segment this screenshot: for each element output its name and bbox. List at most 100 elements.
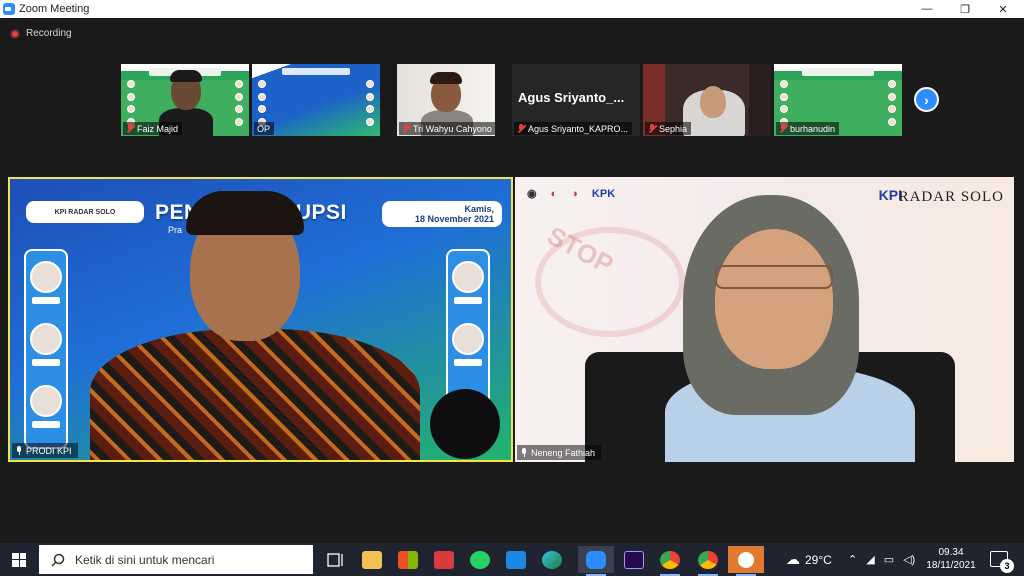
speaker-column-left	[24, 249, 68, 449]
speaker-photos	[366, 80, 374, 126]
participant-tile-tri-wahyu-cahyono[interactable]: Tri Wahyu Cahyono	[397, 64, 495, 136]
next-page-button[interactable]: ›	[914, 87, 939, 112]
chevron-right-icon: ›	[924, 91, 929, 108]
speaker-face	[715, 229, 833, 369]
speaker-caption	[32, 421, 60, 428]
participant-name-tag: Faiz Majid	[123, 122, 183, 135]
participant-name-tag: PRODI KPI	[12, 443, 78, 458]
radar-solo-logo: RADAR SOLO	[898, 189, 1004, 205]
folder-icon	[362, 550, 382, 569]
presenter-hair	[186, 191, 304, 235]
participant-name: Sephia	[659, 123, 688, 134]
mic-muted-icon	[402, 123, 410, 134]
mic-on-icon	[521, 448, 527, 457]
video-tile-neneng-fathiah[interactable]: ◉ ◐ ◑ KPK KPI RADAR SOLO STOP Neneng Fat…	[515, 177, 1014, 462]
recording-dot-icon	[10, 28, 20, 39]
whatsapp-icon	[470, 550, 490, 569]
slide-header	[802, 68, 874, 76]
speaker-caption	[32, 359, 60, 366]
restore-button[interactable]: ❐	[946, 0, 984, 18]
person-hair	[430, 72, 462, 84]
logo-icon: ◐	[550, 187, 558, 200]
mic-muted-icon	[517, 123, 525, 134]
gift-icon	[434, 550, 454, 569]
volume-icon[interactable]: ◁)	[903, 553, 915, 566]
participant-name-tag: Tri Wahyu Cahyono	[399, 122, 495, 135]
battery-icon[interactable]: ▭	[884, 553, 894, 566]
participant-name: PRODI KPI	[26, 445, 72, 456]
participant-name: Neneng Fathiah	[531, 447, 596, 458]
speaker-caption	[454, 359, 482, 366]
minimize-button[interactable]: —	[908, 0, 946, 18]
microphone	[430, 389, 500, 459]
participant-tile-faiz-majid[interactable]: Faiz Majid	[121, 64, 249, 136]
search-input[interactable]	[75, 552, 295, 567]
video-tile-prodi-kpi[interactable]: KPI RADAR SOLO PEN NTI KORUPSI Pra ktisi…	[8, 177, 513, 462]
recording-indicator[interactable]: Recording	[10, 28, 72, 39]
participant-name-tag: burhanudin	[776, 122, 840, 135]
store-icon	[398, 550, 418, 569]
speaker-photo	[30, 323, 62, 355]
logo-icon: ◑	[571, 187, 578, 200]
slide-header	[282, 68, 350, 75]
store-button[interactable]	[390, 546, 426, 573]
logo-icon: ◉	[527, 188, 537, 200]
participant-tile-agus-sriyanto[interactable]: Agus Sriyanto_... Agus Sriyanto_KAPRO...	[512, 64, 640, 136]
gift-app-button[interactable]	[426, 546, 462, 573]
participant-tile-burhanudin[interactable]: burhanudin	[774, 64, 902, 136]
slide-date-card: Kamis, 18 November 2021	[382, 201, 502, 227]
clock-time: 09.34	[938, 547, 964, 558]
zoom-meeting-window: Zoom Meeting — ❐ ✕ Recording Faiz Majid …	[0, 0, 1024, 576]
zoom-app-icon	[3, 3, 15, 15]
glasses	[715, 265, 833, 289]
system-tray: ⌃ ◢ ▭ ◁)	[848, 543, 915, 576]
kpk-logo: KPK	[591, 187, 616, 200]
speaker-photos	[235, 80, 243, 126]
chrome-button[interactable]	[652, 546, 688, 576]
chevron-up-icon[interactable]: ⌃	[848, 553, 857, 566]
windows-taskbar: ☁ 29°C ⌃ ◢ ▭ ◁) 09.34 18/11/2021 3	[0, 543, 1024, 576]
title-bar: Zoom Meeting — ❐ ✕	[0, 0, 1024, 18]
mic-muted-icon	[648, 123, 656, 134]
weather-temperature: 29°C	[805, 552, 832, 567]
network-icon[interactable]: ◢	[866, 553, 874, 566]
mail-button[interactable]	[498, 546, 534, 573]
participant-name: burhanudin	[790, 123, 836, 134]
zoom-taskbar-button[interactable]	[578, 546, 614, 576]
chrome-profile-button[interactable]	[690, 546, 726, 576]
premiere-icon	[624, 550, 644, 569]
taskbar-clock[interactable]: 09.34 18/11/2021	[920, 546, 982, 572]
participant-tile-sephia[interactable]: Sephia	[643, 64, 771, 136]
participant-tile-op[interactable]: OP	[252, 64, 380, 136]
mic-muted-icon	[779, 123, 787, 134]
whatsapp-button[interactable]	[462, 546, 498, 573]
slide-date-day: Kamis,	[464, 204, 494, 214]
app-button[interactable]	[728, 546, 764, 576]
task-view-icon	[327, 552, 343, 567]
start-button[interactable]	[0, 543, 38, 576]
windows-logo-icon	[12, 552, 26, 567]
speaker-photos	[888, 80, 896, 126]
speaker-caption	[454, 297, 482, 304]
taskbar-search[interactable]	[39, 545, 313, 574]
edge-button[interactable]	[534, 546, 570, 573]
slide-logo-card: KPI RADAR SOLO	[26, 201, 144, 223]
clock-date: 18/11/2021	[926, 560, 976, 571]
participant-name: Faiz Majid	[137, 123, 179, 134]
window-title: Zoom Meeting	[19, 3, 90, 15]
partner-logos: ◉ ◐ ◑ KPK	[527, 187, 616, 201]
premiere-button[interactable]	[616, 546, 652, 573]
close-button[interactable]: ✕	[984, 0, 1022, 18]
task-view-button[interactable]	[318, 546, 354, 573]
participant-name-tag: Sephia	[645, 122, 692, 135]
zoom-icon	[586, 550, 606, 569]
participant-name-tag: OP	[254, 122, 275, 135]
presenter-shirt	[90, 329, 420, 460]
participant-name-tag: Neneng Fathiah	[517, 445, 602, 460]
speaker-photo	[452, 323, 484, 355]
recording-label: Recording	[26, 28, 72, 39]
weather-widget[interactable]: ☁ 29°C	[786, 543, 832, 576]
file-explorer-button[interactable]	[354, 546, 390, 573]
speaker-photo	[452, 261, 484, 293]
speaker-caption	[32, 297, 60, 304]
